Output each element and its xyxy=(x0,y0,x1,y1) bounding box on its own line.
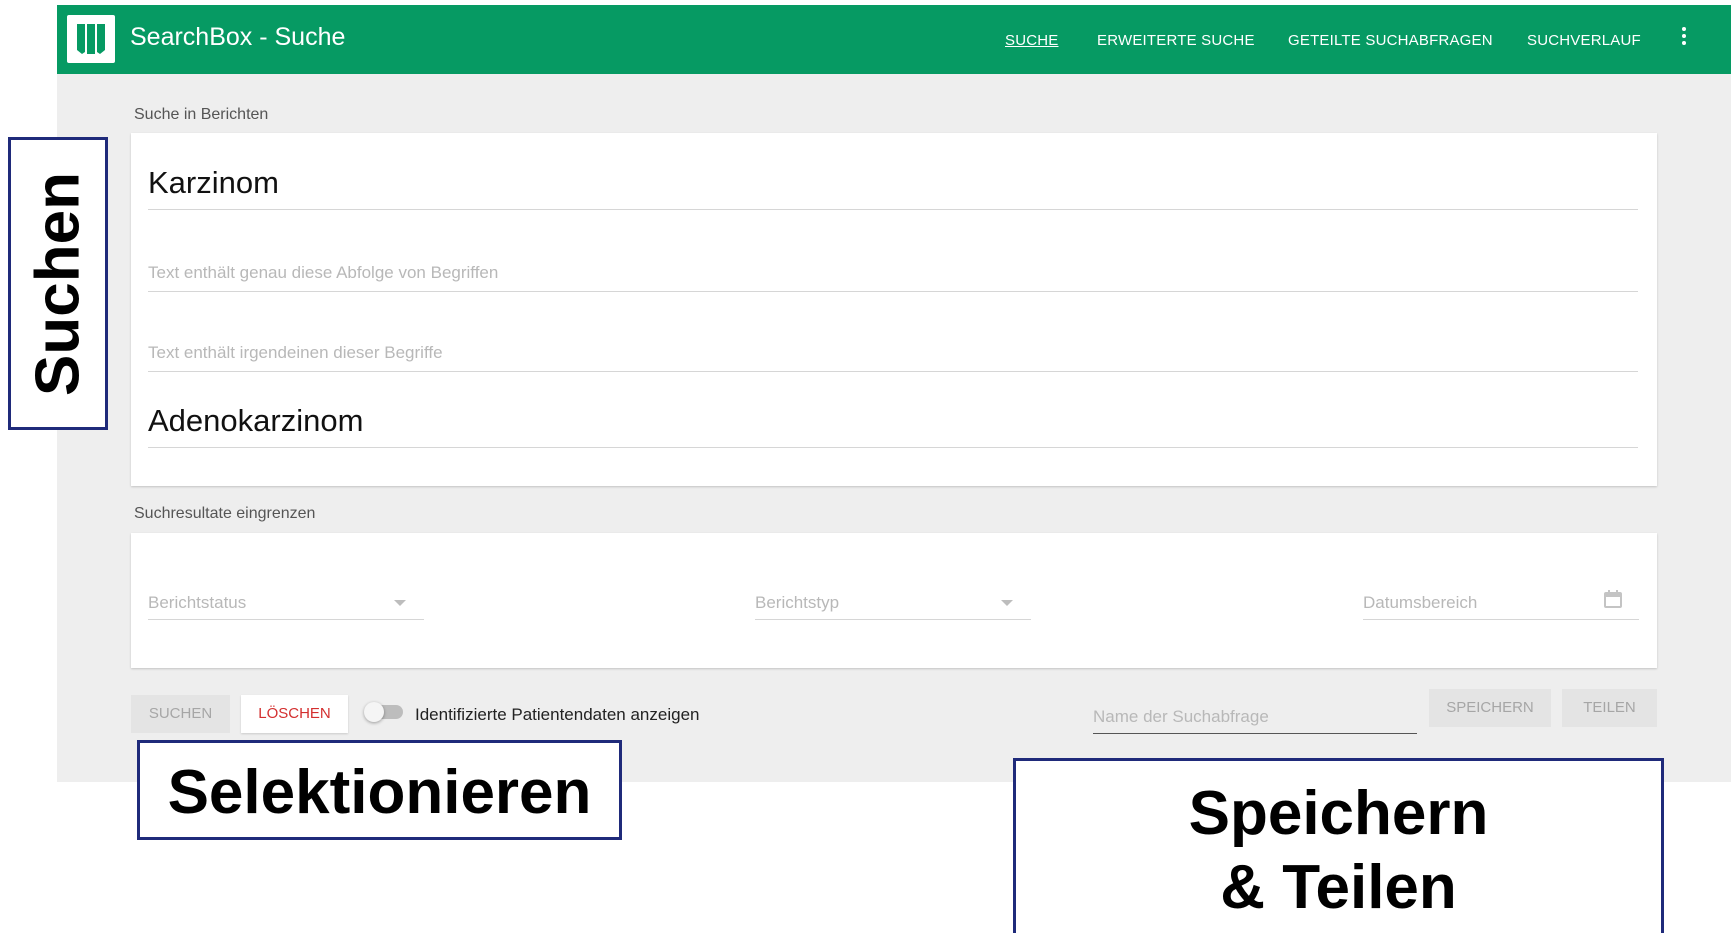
exact-phrase-field[interactable] xyxy=(148,263,1638,292)
callout-search-text: Suchen xyxy=(23,171,93,396)
callout-save-share: Speichern & Teilen xyxy=(1013,758,1664,933)
logo-icon xyxy=(77,24,105,54)
callout-select: Selektionieren xyxy=(137,740,622,840)
date-range-placeholder: Datumsbereich xyxy=(1363,593,1478,612)
share-button[interactable]: TEILEN xyxy=(1562,689,1657,727)
app-window: SearchBox - Suche SUCHE ERWEITERTE SUCHE… xyxy=(57,5,1731,782)
filter-section-label: Suchresultate eingrenzen xyxy=(134,505,316,522)
nav-suche[interactable]: SUCHE xyxy=(1005,32,1059,49)
search-section-label: Suche in Berichten xyxy=(134,106,269,123)
nav-geteilte-suchabfragen[interactable]: GETEILTE SUCHABFRAGEN xyxy=(1288,32,1493,49)
any-terms-input[interactable] xyxy=(148,343,1638,363)
app-title: SearchBox - Suche xyxy=(130,23,346,51)
save-button[interactable]: SPEICHERN xyxy=(1429,689,1551,727)
nav-suchverlauf[interactable]: SUCHVERLAUF xyxy=(1527,32,1641,49)
more-vert-icon[interactable] xyxy=(1680,27,1688,49)
search-term-field[interactable] xyxy=(148,165,1638,210)
top-app-bar: SearchBox - Suche SUCHE ERWEITERTE SUCHE… xyxy=(57,5,1731,74)
chevron-down-icon xyxy=(1001,600,1013,606)
patient-data-toggle[interactable] xyxy=(364,702,403,722)
date-range-field[interactable]: Datumsbereich xyxy=(1363,589,1639,620)
search-card xyxy=(131,133,1657,486)
patient-data-toggle-label: Identifizierte Patientendaten anzeigen xyxy=(415,705,700,724)
search-button[interactable]: SUCHEN xyxy=(131,695,230,733)
chevron-down-icon xyxy=(394,600,406,606)
callout-save-share-line1: Speichern xyxy=(1188,779,1489,848)
report-status-select[interactable]: Berichtstatus xyxy=(148,591,424,620)
query-name-input[interactable] xyxy=(1093,701,1417,727)
query-name-field[interactable] xyxy=(1093,701,1417,734)
callout-save-share-line2: & Teilen xyxy=(1220,853,1457,922)
nav-erweiterte-suche[interactable]: ERWEITERTE SUCHE xyxy=(1097,32,1255,49)
filter-card: Berichtstatus Berichtstyp Datumsbereich xyxy=(131,533,1657,668)
app-logo xyxy=(67,15,115,63)
calendar-icon[interactable] xyxy=(1603,589,1623,609)
report-status-placeholder: Berichtstatus xyxy=(148,593,247,612)
any-terms-value-field[interactable] xyxy=(148,403,1638,448)
search-term-input[interactable] xyxy=(148,165,1638,201)
callout-select-text: Selektionieren xyxy=(167,758,592,827)
toggle-knob xyxy=(364,702,384,722)
callout-search: Suchen xyxy=(8,137,108,430)
delete-button[interactable]: LÖSCHEN xyxy=(241,695,348,733)
any-terms-field[interactable] xyxy=(148,343,1638,372)
any-terms-value-input[interactable] xyxy=(148,403,1638,439)
exact-phrase-input[interactable] xyxy=(148,263,1638,283)
report-type-select[interactable]: Berichtstyp xyxy=(755,591,1031,620)
report-type-placeholder: Berichtstyp xyxy=(755,593,840,612)
